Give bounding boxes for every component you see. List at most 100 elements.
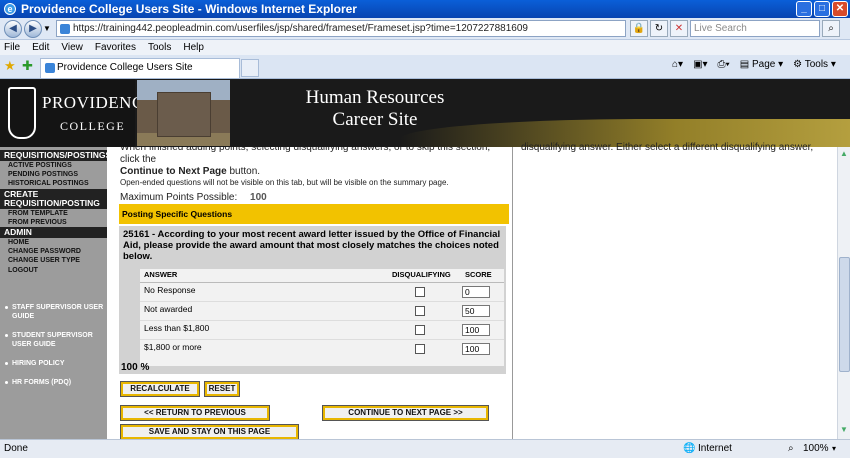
address-input[interactable]: https://training442.peopleadmin.com/user… (56, 20, 626, 37)
recent-pages-dropdown-icon[interactable]: ▼ (43, 24, 51, 33)
score-input[interactable]: 100 (462, 343, 490, 355)
menu-view[interactable]: View (61, 42, 83, 53)
score-input[interactable]: 100 (462, 324, 490, 336)
tools-menu[interactable]: ⚙ Tools ▾ (793, 59, 836, 70)
providence-logo[interactable]: PROVIDENCE COLLEGE (0, 79, 154, 147)
sidebar-item-home[interactable]: HOME (0, 238, 107, 247)
scroll-down-icon[interactable]: ▼ (840, 425, 848, 434)
answer-label: $1,800 or more (144, 342, 202, 352)
section-title-bar: Posting Specific Questions (119, 204, 509, 224)
sidebar-item-logout[interactable]: LOGOUT (0, 266, 107, 275)
col-score: SCORE (465, 270, 492, 279)
intro-text: When finished adding points, selecting d… (120, 147, 491, 177)
page-menu[interactable]: ▤ Page ▾ (740, 59, 783, 70)
maximize-button[interactable]: □ (814, 1, 830, 17)
ie-icon: e (4, 3, 16, 15)
answer-label: Less than $1,800 (144, 323, 210, 333)
max-points: Maximum Points Possible: 100 (120, 192, 267, 203)
address-toolbar: ◀ ▶ ▼ https://training442.peopleadmin.co… (0, 18, 850, 40)
sidebar-section-requisitions: REQUISITIONS/POSTINGS (0, 150, 111, 161)
menu-help[interactable]: Help (183, 42, 204, 53)
close-button[interactable]: ✕ (832, 1, 848, 17)
page-icon (45, 63, 55, 73)
main-content: When finished adding points, selecting d… (107, 147, 512, 439)
menu-favorites[interactable]: Favorites (95, 42, 136, 53)
score-input[interactable]: 50 (462, 305, 490, 317)
stop-icon[interactable]: ✕ (670, 20, 688, 37)
menu-bar: File Edit View Favorites Tools Help (0, 40, 850, 55)
window-title: Providence College Users Site - Windows … (21, 2, 357, 16)
disqualifying-checkbox[interactable] (415, 344, 425, 354)
window-title-bar: e Providence College Users Site - Window… (0, 0, 850, 18)
answer-label: No Response (144, 285, 196, 295)
sidebar-item-active-postings[interactable]: ACTIVE POSTINGS (0, 161, 107, 170)
reset-button[interactable]: RESET (204, 381, 240, 397)
sidebar-section-create: CREATE REQUISITION/POSTING (0, 188, 107, 209)
col-disqualifying: DISQUALIFYING (392, 270, 451, 279)
minimize-button[interactable]: _ (796, 1, 812, 17)
tab-providence[interactable]: Providence College Users Site (40, 58, 240, 78)
lock-icon[interactable]: 🔒 (630, 20, 648, 37)
total-percent: 100 % (121, 362, 150, 373)
internet-zone-icon: 🌐 (683, 443, 696, 454)
question-text: 25161 - According to your most recent aw… (119, 226, 506, 269)
sidebar-item-pending-postings[interactable]: PENDING POSTINGS (0, 170, 107, 179)
scroll-up-icon[interactable]: ▲ (840, 149, 848, 158)
feeds-icon[interactable]: ▣▾ (693, 59, 707, 70)
page-icon (60, 24, 70, 34)
page-scrollbar[interactable]: ▲ ▼ (837, 147, 850, 439)
menu-tools[interactable]: Tools (148, 42, 171, 53)
site-title: Human Resources Career Site (305, 87, 445, 130)
new-tab-button[interactable] (241, 59, 259, 77)
sidebar-item-change-user-type[interactable]: CHANGE USER TYPE (0, 256, 107, 265)
disqualifying-checkbox[interactable] (415, 287, 425, 297)
tab-bar: ★ ✚ Providence College Users Site ⌂▾ ▣▾ … (0, 55, 850, 79)
recalculate-button[interactable]: RECALCULATE (120, 381, 200, 397)
link-hr-forms[interactable]: HR FORMS (PDQ) (0, 378, 107, 387)
right-frame: disqualifying answer. Either select a di… (512, 142, 837, 439)
sidebar-item-from-template[interactable]: FROM TEMPLATE (0, 209, 107, 218)
link-student-supervisor-guide[interactable]: STUDENT SUPERVISOR USER GUIDE (0, 331, 107, 349)
right-frame-text: disqualifying answer. Either select a di… (521, 142, 814, 153)
campus-photo (137, 80, 230, 146)
sidebar-item-change-password[interactable]: CHANGE PASSWORD (0, 247, 107, 256)
answer-label: Not awarded (144, 304, 193, 314)
sidebar-section-admin: ADMIN (0, 227, 107, 239)
save-stay-button[interactable]: SAVE AND STAY ON THIS PAGE (120, 424, 299, 439)
back-button[interactable]: ◀ (4, 20, 22, 38)
print-icon[interactable]: ⎙▾ (718, 59, 730, 70)
disqualifying-checkbox[interactable] (415, 306, 425, 316)
continue-next-button[interactable]: CONTINUE TO NEXT PAGE >> (322, 405, 489, 421)
col-answer: ANSWER (144, 270, 178, 279)
sidebar-item-historical-postings[interactable]: HISTORICAL POSTINGS (0, 179, 107, 188)
answer-panel: ANSWER DISQUALIFYING SCORE No Response 0… (119, 269, 506, 374)
menu-file[interactable]: File (4, 42, 20, 53)
home-icon[interactable]: ⌂▾ (672, 59, 683, 70)
search-input[interactable]: Live Search (690, 20, 820, 37)
favorites-star-icon[interactable]: ★ (4, 58, 16, 74)
return-previous-button[interactable]: << RETURN TO PREVIOUS (120, 405, 270, 421)
answer-table: ANSWER DISQUALIFYING SCORE No Response 0… (140, 269, 504, 366)
zone-label: Internet (698, 443, 732, 454)
status-text: Done (4, 443, 28, 454)
link-staff-supervisor-guide[interactable]: STAFF SUPERVISOR USER GUIDE (0, 303, 107, 321)
sidebar: REQUISITIONS/POSTINGS ACTIVE POSTINGS PE… (0, 147, 111, 439)
disqualifying-checkbox[interactable] (415, 325, 425, 335)
status-bar: Done 🌐 Internet ⌕ 100% ▾ (0, 439, 850, 458)
zoom-icon: ⌕ (788, 443, 794, 454)
refresh-icon[interactable]: ↻ (650, 20, 668, 37)
site-header: PROVIDENCE COLLEGE Human Resources Caree… (0, 79, 850, 147)
shield-icon (8, 87, 36, 139)
link-hiring-policy[interactable]: HIRING POLICY (0, 359, 107, 368)
sidebar-item-from-previous[interactable]: FROM PREVIOUS (0, 218, 107, 227)
note-text: Open-ended questions will not be visible… (120, 178, 449, 187)
menu-edit[interactable]: Edit (32, 42, 49, 53)
search-icon[interactable]: ⌕ (822, 20, 840, 37)
scroll-thumb[interactable] (839, 257, 850, 372)
score-input[interactable]: 0 (462, 286, 490, 298)
add-favorites-icon[interactable]: ✚ (22, 58, 33, 74)
forward-button[interactable]: ▶ (24, 20, 42, 38)
continue-link-text: Continue to Next Page (120, 166, 227, 177)
zoom-dropdown-icon[interactable]: ▾ (832, 440, 836, 458)
zoom-level[interactable]: 100% (803, 440, 829, 458)
